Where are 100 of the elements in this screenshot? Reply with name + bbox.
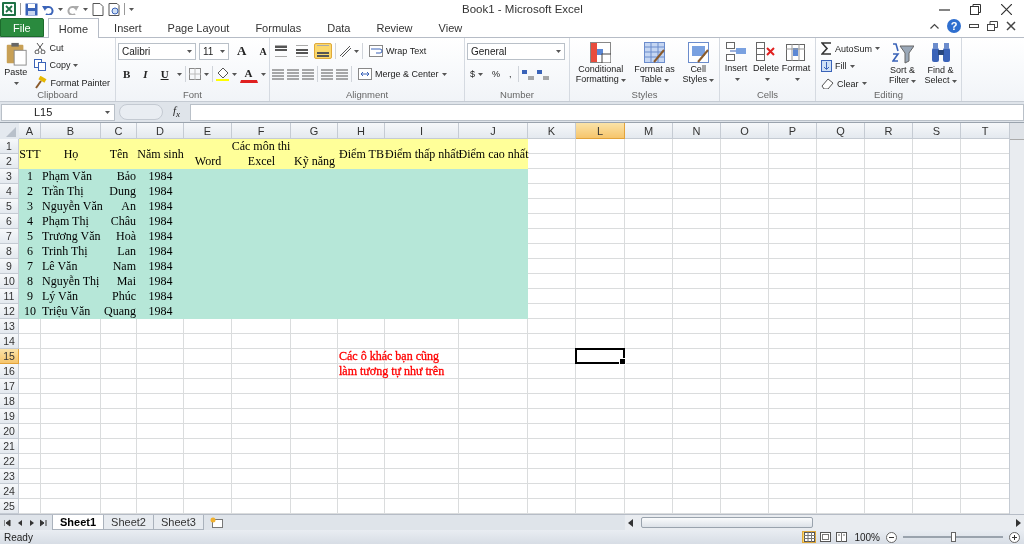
column-header[interactable]: S [913,123,961,139]
insert-button[interactable]: Insert [722,40,750,89]
row-header[interactable]: 18 [0,394,19,409]
row-header[interactable]: 15 [0,349,19,364]
align-button[interactable] [272,43,290,59]
row-header[interactable]: 2 [0,154,19,169]
row-header[interactable]: 16 [0,364,19,379]
ribbon-tab[interactable]: Formulas [244,18,313,37]
row-header[interactable]: 5 [0,199,19,214]
cell-styles-button[interactable]: Cell Styles [679,40,717,89]
row-header[interactable]: 20 [0,424,19,439]
cut-button[interactable]: Cut [31,40,113,56]
column-header[interactable]: A [19,123,41,139]
row-header[interactable]: 24 [0,484,19,499]
find-select-button[interactable]: Find & Select [922,40,959,89]
sort-filter-button[interactable]: Sort & Filter [885,40,921,89]
last-sheet-icon[interactable] [40,518,47,527]
scroll-left-icon[interactable] [627,518,634,527]
autosum-button[interactable]: AutoSum [818,40,884,57]
column-header[interactable]: T [961,123,1009,139]
restore-icon[interactable] [987,21,998,31]
print-preview-icon[interactable] [108,2,120,16]
column-header[interactable]: M [625,123,673,139]
row-header[interactable]: 17 [0,379,19,394]
column-header[interactable]: I [385,123,459,139]
first-sheet-icon[interactable] [4,518,11,527]
selected-cell[interactable] [575,348,625,364]
row-header[interactable]: 10 [0,274,19,289]
bold-button[interactable]: B [118,66,136,82]
ribbon-tab[interactable]: View [427,18,474,37]
normal-view-button[interactable] [802,531,817,543]
vertical-scrollbar[interactable] [1009,123,1024,514]
paste-button[interactable]: Paste [2,40,30,89]
row-header[interactable]: 7 [0,229,19,244]
save-icon[interactable] [25,2,38,16]
column-header[interactable]: P [769,123,817,139]
sheet-tab[interactable]: Sheet2 [103,515,154,530]
row-header[interactable]: 1 [0,139,19,154]
page-break-view-button[interactable] [834,531,849,543]
column-header[interactable]: N [673,123,721,139]
merge-center-button[interactable]: Merge & Center [355,66,450,82]
collapse-ribbon-icon[interactable] [930,23,939,29]
column-header[interactable]: K [528,123,576,139]
close-icon[interactable] [1001,3,1012,15]
percent-button[interactable]: % [489,67,504,81]
row-header[interactable]: 25 [0,499,19,514]
ribbon-tab[interactable]: Insert [103,18,153,37]
insert-sheet-icon[interactable] [209,516,224,529]
column-header[interactable]: G [291,123,338,139]
wrap-text-button[interactable]: Wrap Text [366,43,430,59]
column-header[interactable]: B [41,123,101,139]
font-color-button[interactable]: A [239,65,258,83]
ribbon-tab[interactable]: Home [47,18,100,38]
column-header[interactable]: J [459,123,528,139]
zoom-out-icon[interactable] [886,531,897,543]
help-icon[interactable]: ? [947,19,961,33]
insert-function-button[interactable]: f$_{x}$ [167,104,187,120]
text-orientation-icon[interactable] [339,45,351,57]
align-button[interactable] [293,43,311,59]
row-header[interactable]: 14 [0,334,19,349]
column-header[interactable]: O [721,123,769,139]
sheet-tab[interactable]: Sheet3 [152,515,204,530]
shrink-font-button[interactable]: A [254,43,269,59]
column-header[interactable]: H [338,123,385,139]
format-button[interactable]: Format [782,40,810,89]
name-box[interactable]: L15 [1,103,115,121]
row-header[interactable]: 12 [0,304,19,319]
row-header[interactable]: 11 [0,289,19,304]
column-header[interactable]: C [101,123,137,139]
row-header[interactable]: 9 [0,259,19,274]
grow-font-button[interactable]: A [232,41,252,61]
row-header[interactable]: 22 [0,454,19,469]
conditional-formatting-button[interactable]: Conditional Formatting [572,40,630,89]
row-header[interactable]: 19 [0,409,19,424]
decrease-decimal-icon[interactable] [536,68,549,80]
align-button[interactable] [314,43,332,59]
borders-icon[interactable] [188,68,201,80]
zoom-in-icon[interactable] [1009,531,1020,543]
currency-button[interactable]: $ [467,67,486,81]
column-header[interactable]: R [865,123,913,139]
row-header[interactable]: 23 [0,469,19,484]
scroll-right-icon[interactable] [1015,518,1022,527]
format-painter-button[interactable]: Format Painter [31,74,113,89]
row-header[interactable]: 4 [0,184,19,199]
column-header[interactable]: D [137,123,184,139]
format-as-table-button[interactable]: Format as Table [631,40,678,89]
column-header[interactable]: E [184,123,232,139]
row-header[interactable]: 8 [0,244,19,259]
italic-button[interactable]: I [138,66,153,82]
column-header[interactable]: L [576,123,625,139]
restore-icon[interactable] [970,3,981,15]
row-header[interactable]: 3 [0,169,19,184]
clear-button[interactable]: Clear [818,75,884,89]
minimize-icon[interactable] [969,21,979,31]
ribbon-tab[interactable]: Review [365,18,424,37]
font-size-field[interactable]: 11 [199,42,229,60]
ribbon-tab[interactable]: Data [316,18,362,37]
previous-sheet-icon[interactable] [16,518,23,527]
column-header[interactable]: F [232,123,291,139]
undo-icon[interactable] [42,3,54,15]
